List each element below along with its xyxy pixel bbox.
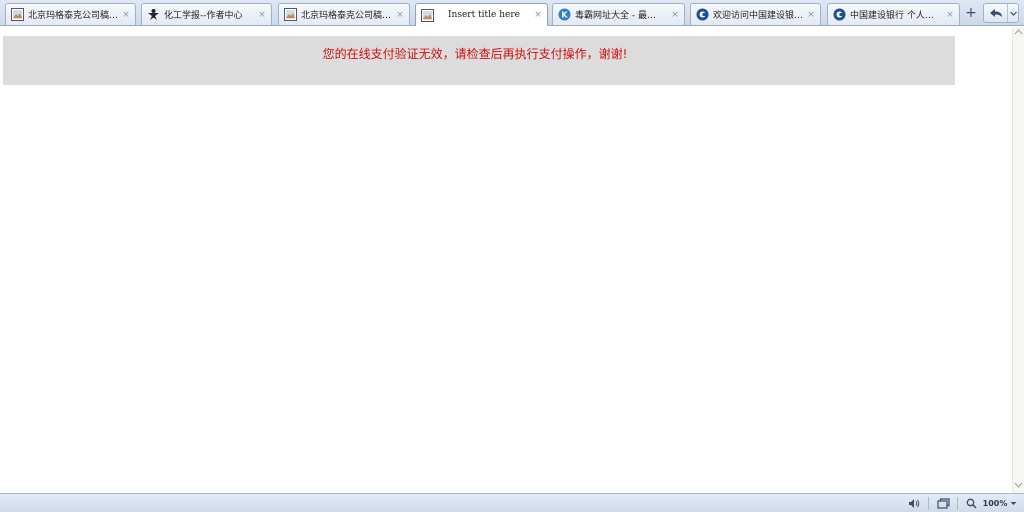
- page-content: 您的在线支付验证无效，请检查后再执行支付操作，谢谢!: [0, 27, 1012, 493]
- tab-close-icon[interactable]: ×: [395, 10, 405, 20]
- error-message: 您的在线支付验证无效，请检查后再执行支付操作，谢谢!: [322, 47, 628, 61]
- tab-close-icon[interactable]: ×: [121, 10, 131, 20]
- tab-label: Insert title here: [447, 10, 520, 20]
- vertical-scrollbar[interactable]: [1012, 27, 1024, 493]
- ccb-logo-icon: [833, 8, 846, 21]
- image-page-icon: [421, 8, 434, 22]
- tab-close-icon[interactable]: ×: [945, 10, 955, 20]
- tab-3[interactable]: 北京玛格泰克公司稿… ×: [278, 3, 410, 25]
- tab-bar: 北京玛格泰克公司稿… × 化工学报--作者中心 × 北京玛格泰克公司稿… × I…: [0, 0, 1024, 26]
- tab-close-icon[interactable]: ×: [257, 10, 267, 20]
- speaker-icon[interactable]: [904, 494, 924, 512]
- scroll-up-icon[interactable]: [1013, 28, 1024, 39]
- tab-1[interactable]: 北京玛格泰克公司稿… ×: [5, 3, 136, 25]
- ccb-logo-icon: [696, 8, 709, 21]
- tab-6[interactable]: 欢迎访问中国建设银… ×: [690, 3, 821, 25]
- tab-2[interactable]: 化工学报--作者中心 ×: [141, 3, 272, 25]
- plus-icon: +: [965, 5, 977, 21]
- chevron-down-icon[interactable]: [1007, 4, 1018, 22]
- zoom-dropdown-icon[interactable]: [1008, 494, 1018, 512]
- tab-label: 北京玛格泰克公司稿…: [28, 11, 118, 21]
- tab-label: 欢迎访问中国建设银…: [713, 11, 803, 21]
- tab-5[interactable]: K 毒霸网址大全 - 最… ×: [552, 3, 685, 25]
- tab-close-icon[interactable]: ×: [670, 10, 680, 20]
- image-page-icon: [284, 8, 297, 21]
- tab-label: 毒霸网址大全 - 最…: [575, 11, 656, 21]
- tab-label: 北京玛格泰克公司稿…: [301, 11, 392, 21]
- tab-label: 化工学报--作者中心: [164, 11, 243, 21]
- message-banner: 您的在线支付验证无效，请检查后再执行支付操作，谢谢!: [3, 36, 955, 85]
- svg-text:K: K: [561, 11, 568, 20]
- person-logo-icon: [147, 8, 160, 21]
- tab-label: 中国建设银行 个人…: [850, 11, 934, 21]
- window-restore-icon[interactable]: [933, 494, 953, 512]
- zoom-magnifier-icon[interactable]: [962, 494, 980, 512]
- new-tab-button[interactable]: +: [963, 3, 979, 23]
- back-button[interactable]: [983, 3, 1019, 23]
- tab-7[interactable]: 中国建设银行 个人… ×: [827, 3, 960, 25]
- zoom-level[interactable]: 100%: [982, 494, 1008, 512]
- scroll-down-icon[interactable]: [1013, 481, 1024, 492]
- tab-close-icon[interactable]: ×: [806, 10, 816, 20]
- status-divider: [957, 497, 958, 510]
- status-divider: [928, 497, 929, 510]
- tab-close-icon[interactable]: ×: [533, 10, 543, 20]
- undo-arrow-icon[interactable]: [984, 4, 1007, 22]
- status-bar: 100%: [0, 493, 1024, 512]
- tab-4-active[interactable]: Insert title here ×: [415, 3, 548, 26]
- image-page-icon: [11, 8, 24, 21]
- k-logo-icon: K: [558, 8, 571, 21]
